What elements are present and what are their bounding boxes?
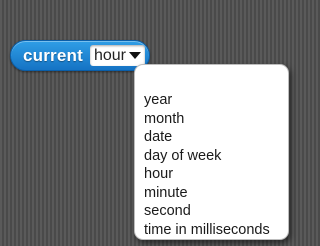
triangle-down-icon[interactable] bbox=[129, 50, 142, 62]
dropdown-selected-value: hour bbox=[93, 47, 127, 64]
menu-item-minute[interactable]: minute bbox=[144, 184, 288, 203]
menu-item-month[interactable]: month bbox=[144, 110, 288, 129]
menu-item-year[interactable]: year bbox=[144, 91, 288, 110]
current-time-block[interactable]: current hour bbox=[10, 40, 150, 71]
block-label: current bbox=[23, 45, 83, 65]
menu-item-hour[interactable]: hour bbox=[144, 165, 288, 184]
menu-item-date[interactable]: date bbox=[144, 128, 288, 147]
menu-item-day-of-week[interactable]: day of week bbox=[144, 147, 288, 166]
time-unit-dropdown[interactable]: hour bbox=[89, 45, 146, 66]
time-unit-menu: year month date day of week hour minute … bbox=[134, 64, 289, 240]
menu-item-time-in-milliseconds[interactable]: time in milliseconds bbox=[144, 221, 288, 240]
menu-item-second[interactable]: second bbox=[144, 202, 288, 221]
